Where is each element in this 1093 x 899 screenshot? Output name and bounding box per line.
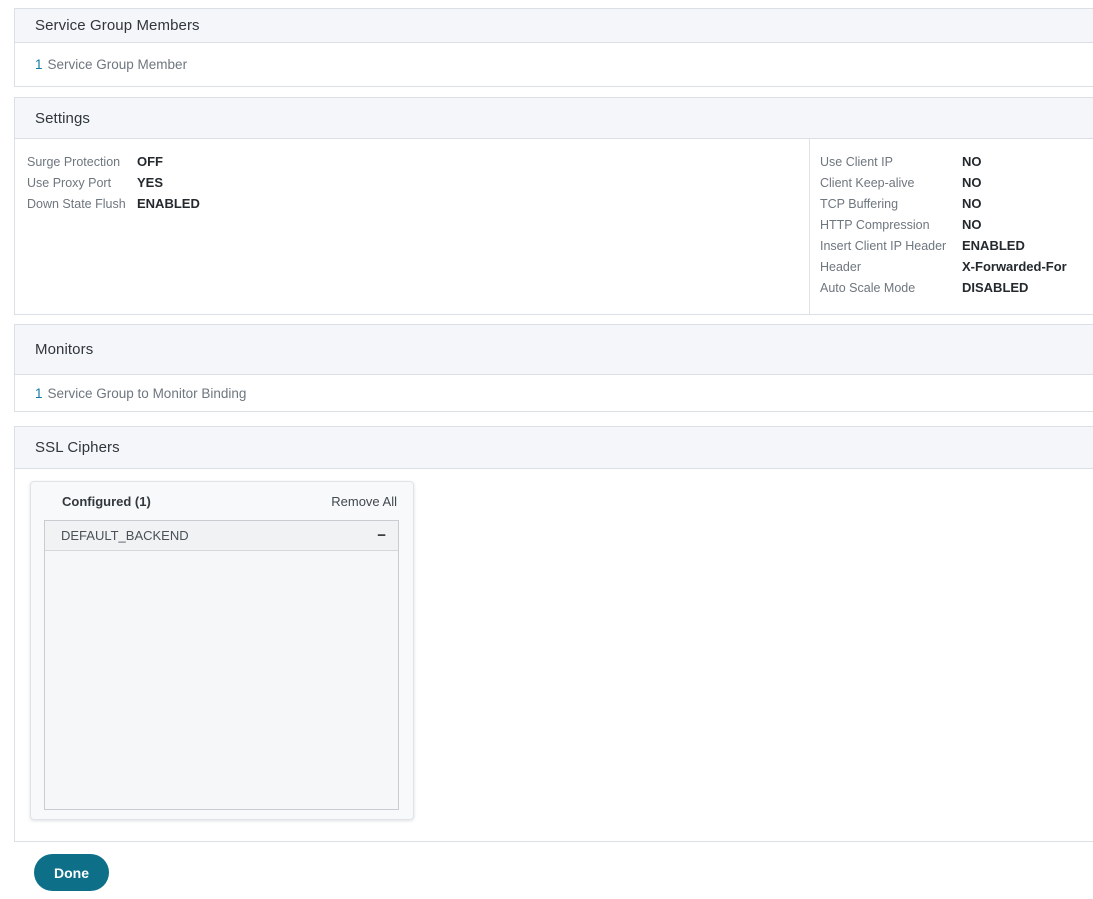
setting-label: Client Keep-alive [820,175,915,190]
setting-row: Surge Protection OFF [27,151,809,172]
setting-row: Auto Scale Mode DISABLED [820,277,1093,298]
member-count-link[interactable]: 1 [35,57,43,72]
setting-row: Client Keep-alive NO [820,172,1093,193]
ssl-ciphers-body: Configured (1) Remove All DEFAULT_BACKEN… [15,469,1093,841]
setting-value: DISABLED [962,280,1029,295]
configured-ciphers-box-header: Configured (1) Remove All [31,482,413,520]
setting-value: NO [962,217,982,232]
setting-value: OFF [137,154,163,169]
cipher-name: DEFAULT_BACKEND [61,528,189,543]
setting-label: Insert Client IP Header [820,238,947,253]
service-group-members-header: Service Group Members [15,9,1093,43]
settings-header: Settings [15,98,1093,139]
service-group-members-panel: Service Group Members 1 Service Group Me… [14,8,1093,87]
setting-value: ENABLED [962,238,1025,253]
setting-row: Down State Flush ENABLED [27,193,809,214]
setting-value: ENABLED [137,196,200,211]
setting-value: NO [962,154,982,169]
remove-cipher-button[interactable]: − [377,528,386,543]
setting-row: HTTP Compression NO [820,214,1093,235]
setting-row: Insert Client IP Header ENABLED [820,235,1093,256]
setting-value: YES [137,175,164,190]
done-button[interactable]: Done [34,854,109,891]
monitor-link-label[interactable]: Service Group to Monitor Binding [48,386,247,401]
setting-label: Use Client IP [820,154,893,169]
section-title: Settings [35,109,90,127]
monitor-count-link[interactable]: 1 [35,386,43,401]
settings-panel: Settings Surge Protection OFF Use Proxy … [14,97,1093,315]
setting-row: Header X-Forwarded-For [820,256,1093,277]
cipher-row: DEFAULT_BACKEND − [45,521,398,551]
settings-body: Surge Protection OFF Use Proxy Port YES … [15,139,1093,314]
settings-left-column: Surge Protection OFF Use Proxy Port YES … [15,139,810,314]
minus-icon: − [377,527,386,544]
setting-value: NO [962,196,982,211]
settings-right-column: Use Client IP NO Client Keep-alive NO TC… [810,139,1093,314]
member-link-label[interactable]: Service Group Member [48,57,188,72]
setting-value: NO [962,175,982,190]
monitors-header: Monitors [15,325,1093,375]
setting-label: Auto Scale Mode [820,280,916,295]
monitors-panel: Monitors 1 Service Group to Monitor Bind… [14,324,1093,412]
setting-label: Header [820,259,861,274]
setting-label: Use Proxy Port [27,175,112,190]
setting-label: Down State Flush [27,196,126,211]
setting-row: Use Proxy Port YES [27,172,809,193]
ssl-ciphers-panel: SSL Ciphers Configured (1) Remove All DE… [14,426,1093,842]
setting-label: TCP Buffering [820,196,899,211]
setting-label: Surge Protection [27,154,121,169]
service-group-member-link-row[interactable]: 1 Service Group Member [15,43,1093,86]
section-title: Monitors [35,341,94,358]
setting-row: TCP Buffering NO [820,193,1093,214]
monitor-binding-link-row[interactable]: 1 Service Group to Monitor Binding [15,375,1093,411]
configured-ciphers-box: Configured (1) Remove All DEFAULT_BACKEN… [30,481,414,820]
section-title: Service Group Members [35,17,200,34]
configured-count-label: Configured (1) [62,493,151,509]
setting-row: Use Client IP NO [820,151,1093,172]
ssl-ciphers-header: SSL Ciphers [15,427,1093,469]
setting-value: X-Forwarded-For [962,259,1067,274]
cipher-list: DEFAULT_BACKEND − [44,520,399,810]
remove-all-link[interactable]: Remove All [331,494,397,509]
setting-label: HTTP Compression [820,217,930,232]
section-title: SSL Ciphers [35,439,120,456]
